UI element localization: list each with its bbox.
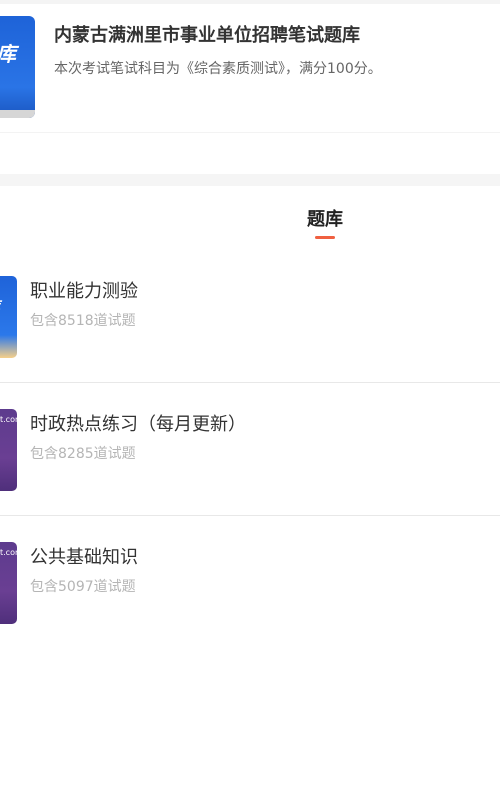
bank-title: 时政热点练习（每月更新） — [30, 414, 246, 435]
tab-question-bank[interactable]: 题库 — [290, 205, 360, 241]
page: 库 内蒙古满洲里市事业单位招聘笔试题库 本次考试笔试科目为《综合素质测试》，满分… — [0, 0, 500, 800]
bank-question-count: 包含8285道试题 — [30, 446, 136, 462]
cover-footer — [0, 110, 35, 118]
cover-text: t.com — [0, 415, 17, 424]
section-separator — [0, 174, 500, 186]
exam-cover-image: 库 — [0, 16, 35, 118]
bank-title: 公共基础知识 — [30, 547, 138, 568]
header-divider — [0, 132, 500, 133]
bank-question-count: 包含8518道试题 — [30, 313, 136, 329]
exam-header-card[interactable]: 库 内蒙古满洲里市事业单位招聘笔试题库 本次考试笔试科目为《综合素质测试》，满分… — [0, 4, 500, 132]
list-item[interactable]: t.com 时政热点练习（每月更新） 包含8285道试题 — [0, 383, 500, 516]
bank-title: 职业能力测验 — [30, 281, 138, 302]
bank-cover-image: t.com — [0, 409, 17, 491]
bank-cover-image: t.com — [0, 542, 17, 624]
bank-cover-image: 库 — [0, 276, 17, 358]
bank-question-count: 包含5097道试题 — [30, 579, 136, 595]
cover-text: t.com — [0, 548, 17, 557]
list-item[interactable]: t.com 公共基础知识 包含5097道试题 — [0, 516, 500, 649]
tab-label: 题库 — [307, 209, 343, 230]
exam-title: 内蒙古满洲里市事业单位招聘笔试题库 — [54, 25, 360, 46]
cover-text: 库 — [0, 38, 16, 67]
active-tab-indicator — [315, 236, 335, 239]
list-item[interactable]: 库 职业能力测验 包含8518道试题 — [0, 250, 500, 383]
exam-description: 本次考试笔试科目为《综合素质测试》，满分100分。 — [54, 61, 382, 77]
